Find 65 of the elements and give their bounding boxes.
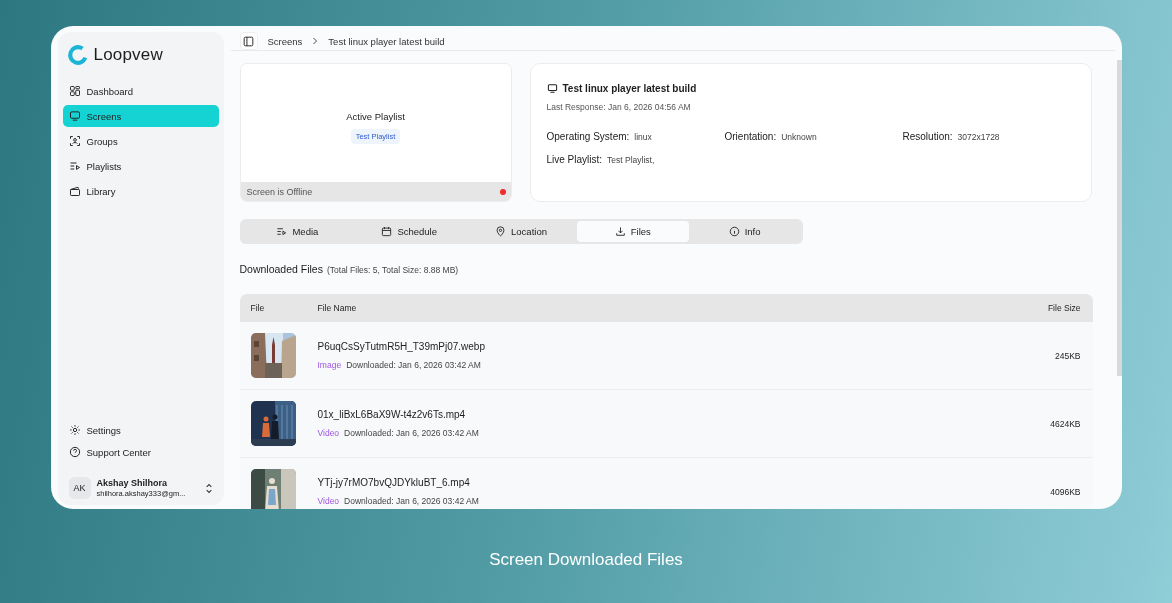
user-name: Akshay Shilhora <box>96 478 169 488</box>
help-icon <box>68 446 81 458</box>
caption: Screen Downloaded Files <box>489 550 683 570</box>
field-value: Test Playlist, <box>607 155 655 165</box>
chevron-icon <box>312 37 319 45</box>
chevron-icon <box>204 482 213 494</box>
field-label: Operating System: <box>546 131 630 142</box>
sidebar-item[interactable]: Groups <box>62 130 219 152</box>
screen-name: Test linux player latest build <box>562 83 697 94</box>
field-value: Unknown <box>781 132 817 142</box>
tab[interactable]: Files <box>576 221 689 242</box>
file-name: 01x_liBxL6BaX9W-t4z2v6Ts.mp4 <box>317 409 467 420</box>
download-date: Downloaded: Jan 6, 2026 03:42 AM <box>344 496 479 506</box>
breadcrumb-link[interactable]: Screens <box>267 35 303 47</box>
column-header: File Size <box>1047 303 1082 313</box>
field-value: 3072x1728 <box>957 132 1000 142</box>
last-response: Last Response: Jan 6, 2026 04:56 AM <box>546 102 692 112</box>
section-summary: (Total Files: 5, Total Size: 8.88 MB) <box>326 265 459 275</box>
download-icon <box>614 226 626 237</box>
tab[interactable]: Info <box>688 221 801 242</box>
sidebar-toggle-button[interactable] <box>239 32 258 50</box>
sidebar-item[interactable]: Dashboard <box>62 80 219 102</box>
column-header: File Name <box>317 303 358 313</box>
sidebar-item[interactable]: Playlists <box>62 155 219 177</box>
playlist-icon <box>276 226 288 237</box>
settings-icon <box>68 424 81 436</box>
field-label: Resolution: <box>902 131 953 142</box>
sidebar-item[interactable]: Screens <box>62 105 219 127</box>
monitor-icon <box>546 83 558 94</box>
tab[interactable]: Media <box>241 221 354 242</box>
file-name: YTj-jy7rMO7bvQJDYkluBT_6.mp4 <box>317 477 471 488</box>
sidebar-item[interactable]: Library <box>62 180 219 202</box>
status-text: Screen is Offline <box>246 186 313 197</box>
file-type: Video <box>317 428 340 438</box>
preview-title: Active Playlist <box>346 110 405 122</box>
file-type: Image <box>317 360 342 370</box>
info-icon <box>728 226 740 237</box>
user-avatar: AK <box>68 477 91 499</box>
breadcrumb-current: Test linux player latest build <box>328 35 445 47</box>
field-value: linux <box>634 132 652 142</box>
scrollbar[interactable] <box>1116 60 1122 376</box>
playlist-icon <box>68 160 81 172</box>
group-icon <box>68 135 81 147</box>
file-type: Video <box>317 496 340 506</box>
download-date: Downloaded: Jan 6, 2026 03:42 AM <box>344 428 479 438</box>
download-date: Downloaded: Jan 6, 2026 03:42 AM <box>346 360 481 370</box>
file-size: 4624KB <box>1050 418 1082 429</box>
file-size: 4096KB <box>1050 486 1082 497</box>
column-header: File <box>249 303 266 313</box>
file-size: 245KB <box>1054 350 1082 361</box>
logo-text: Loopvew <box>93 45 163 65</box>
section-title: Downloaded Files <box>239 263 323 275</box>
monitor-icon <box>68 110 81 122</box>
location-pin-icon <box>495 226 507 237</box>
sidebar-item[interactable]: Support Center <box>62 441 219 463</box>
dashboard-icon <box>68 85 81 97</box>
tab[interactable]: Location <box>465 221 577 242</box>
field-label: Live Playlist: <box>546 154 603 165</box>
calendar-icon <box>381 226 393 237</box>
clapperboard-icon <box>68 185 81 197</box>
tab[interactable]: Schedule <box>353 221 466 242</box>
logo-icon <box>66 44 89 66</box>
sidebar-item[interactable]: Settings <box>62 419 219 441</box>
file-name: P6uqCsSyTutmR5H_T39mPj07.webp <box>317 341 486 352</box>
field-label: Orientation: <box>724 131 777 142</box>
